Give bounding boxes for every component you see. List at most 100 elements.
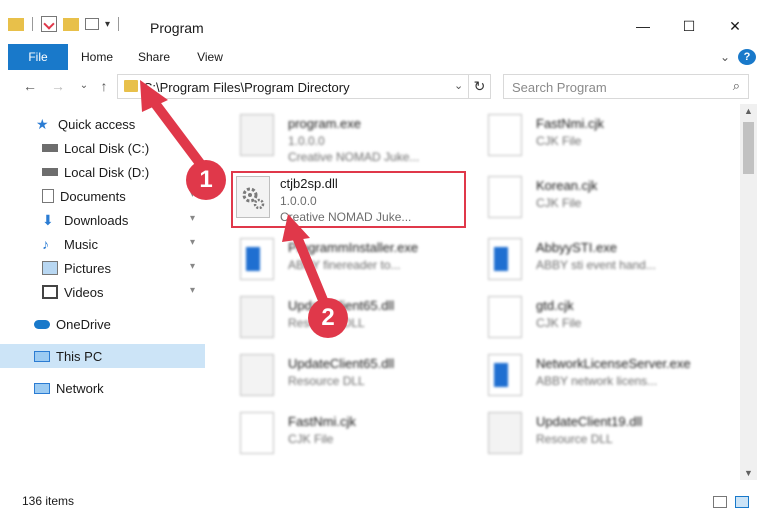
exe-blue-icon: [488, 354, 522, 396]
file-item[interactable]: FastNmi.cjk CJK File: [222, 408, 462, 466]
address-path[interactable]: C:\Program Files\Program Directory: [143, 80, 350, 95]
details-view-icon[interactable]: [713, 496, 727, 508]
sidebar-item-label: Local Disk (D:): [64, 164, 150, 180]
sidebar-item-label: Network: [56, 380, 104, 396]
file-item[interactable]: program.exe 1.0.0.0 Creative NOMAD Juke.…: [222, 110, 462, 168]
file-item[interactable]: NetworkLicenseServer.exe ABBY network li…: [470, 350, 710, 408]
sidebar-item-label: Music: [64, 236, 98, 252]
pin-icon[interactable]: ▾: [190, 213, 195, 224]
sidebar-item-pictures[interactable]: Pictures ▾: [0, 256, 205, 280]
file-name: gtd.cjk: [536, 298, 574, 313]
dll-gear-icon: [240, 354, 274, 396]
sidebar-item-label: Documents: [60, 188, 126, 204]
sidebar-item-downloads[interactable]: ⬇ Downloads ▾: [0, 208, 205, 232]
maximize-button[interactable]: ☐: [674, 18, 704, 35]
file-type: CJK File: [536, 134, 582, 148]
document-icon: [488, 176, 522, 218]
sidebar-item-quick-access[interactable]: ★ Quick access: [0, 112, 205, 136]
file-item[interactable]: UpdateClient19.dll Resource DLL: [470, 408, 710, 466]
expand-ribbon-icon[interactable]: ⌄: [716, 44, 734, 70]
properties-icon[interactable]: [41, 16, 57, 32]
sidebar-item-label: OneDrive: [56, 316, 111, 332]
sidebar-item-this-pc[interactable]: This PC: [0, 344, 205, 368]
close-button[interactable]: ✕: [720, 18, 750, 35]
sidebar-item-network[interactable]: Network: [0, 376, 205, 400]
star-icon: ★: [36, 116, 49, 132]
pin-icon[interactable]: ▾: [190, 237, 195, 248]
file-version: 1.0.0.0: [288, 134, 325, 148]
network-icon: [34, 382, 50, 394]
videos-icon: [42, 285, 58, 299]
file-item[interactable]: UpdateClient65.dll Resource DLL: [222, 350, 462, 408]
file-name: FastNmi.cjk: [288, 414, 356, 429]
sidebar-item-local-disk-c[interactable]: Local Disk (C:): [0, 136, 205, 160]
new-folder-icon[interactable]: [63, 17, 79, 31]
tab-view[interactable]: View: [192, 44, 228, 70]
tiles-view-icon[interactable]: [735, 496, 749, 508]
help-icon[interactable]: ?: [738, 49, 756, 65]
file-item[interactable]: Korean.cjk CJK File: [470, 172, 710, 230]
scroll-down-icon[interactable]: ▼: [740, 468, 757, 478]
file-item[interactable]: gtd.cjk CJK File: [470, 292, 710, 350]
document-icon: [240, 412, 274, 454]
file-description: ABBY finereader to...: [288, 258, 401, 272]
item-count: 136 items: [22, 494, 75, 508]
file-type: Resource DLL: [536, 432, 613, 446]
search-icon[interactable]: ⌕: [733, 78, 740, 94]
sidebar-item-onedrive[interactable]: OneDrive: [0, 312, 205, 336]
up-button[interactable]: ↑: [96, 78, 112, 94]
navigation-pane: ★ Quick access Local Disk (C:) Local Dis…: [0, 110, 205, 480]
file-item[interactable]: FastNmi.cjk CJK File: [470, 110, 710, 168]
ribbon-tabs: File Home Share View ⌄ ?: [0, 44, 769, 70]
file-name: Korean.cjk: [536, 178, 598, 193]
cloud-icon: [34, 319, 50, 329]
sidebar-item-label: Pictures: [64, 260, 111, 276]
refresh-button[interactable]: ↻: [468, 75, 490, 98]
file-name: ProgrammInstaller.exe: [288, 240, 419, 255]
file-item[interactable]: AbbyySTI.exe ABBY sti event hand...: [470, 234, 710, 292]
file-description: Creative NOMAD Juke...: [288, 150, 420, 164]
sidebar-item-videos[interactable]: Videos ▾: [0, 280, 205, 304]
folder-icon[interactable]: [8, 17, 24, 31]
search-input[interactable]: Search Program ⌕: [503, 74, 749, 99]
forward-button[interactable]: →: [50, 78, 66, 94]
pin-icon[interactable]: ▾: [190, 285, 195, 296]
tab-share[interactable]: Share: [134, 44, 174, 70]
pin-icon[interactable]: ▾: [190, 261, 195, 272]
exe-blue-icon: [240, 238, 274, 280]
dll-gear-icon: [488, 412, 522, 454]
address-bar[interactable]: C:\Program Files\Program Directory ⌄ ↻: [117, 74, 491, 99]
file-type: CJK File: [288, 432, 334, 446]
documents-icon: [42, 189, 54, 203]
recent-locations-button[interactable]: ⌄: [76, 80, 92, 91]
sidebar-item-local-disk-d[interactable]: Local Disk (D:): [0, 160, 205, 184]
file-name: AbbyySTI.exe: [536, 240, 617, 255]
folder-icon: [124, 80, 138, 92]
minimize-button[interactable]: —: [628, 18, 658, 34]
sidebar-item-label: Downloads: [64, 212, 129, 228]
sidebar-item-label: Quick access: [58, 116, 136, 132]
file-name: UpdateClient19.dll: [536, 414, 643, 429]
file-description: ABBY network licens...: [536, 374, 658, 388]
file-type: Resource DLL: [288, 374, 365, 388]
back-button[interactable]: ←: [22, 78, 38, 94]
exe-icon: [240, 114, 274, 156]
exe-blue-icon: [488, 238, 522, 280]
file-item[interactable]: ProgrammInstaller.exe ABBY finereader to…: [222, 234, 462, 292]
toolbar-dropdown-icon[interactable]: ▾: [105, 19, 110, 30]
customize-toolbar-icon[interactable]: [85, 18, 99, 30]
separator: [118, 17, 120, 31]
sidebar-item-music[interactable]: ♪ Music ▾: [0, 232, 205, 256]
scroll-thumb[interactable]: [743, 122, 754, 174]
scroll-up-icon[interactable]: ▲: [740, 106, 757, 116]
file-name: program.exe: [288, 116, 361, 131]
sidebar-item-documents[interactable]: Documents ▾: [0, 184, 205, 208]
tab-file[interactable]: File: [8, 44, 68, 70]
tab-home[interactable]: Home: [78, 44, 116, 70]
file-description: ABBY sti event hand...: [536, 258, 656, 272]
address-dropdown-icon[interactable]: ⌄: [454, 79, 463, 92]
file-name: NetworkLicenseServer.exe: [536, 356, 691, 371]
vertical-scrollbar[interactable]: ▲ ▼: [740, 104, 757, 480]
music-icon: ♪: [42, 236, 49, 252]
status-bar: 136 items: [0, 488, 769, 522]
